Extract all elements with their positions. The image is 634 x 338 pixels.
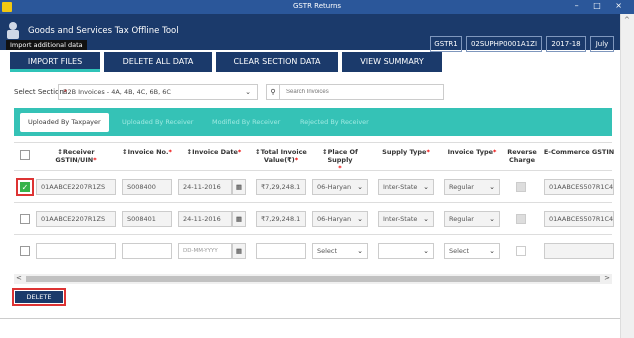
ecommerce-gstin-field[interactable]: 01AABCES507R1C4 bbox=[544, 211, 614, 227]
total-value-field[interactable] bbox=[256, 243, 306, 259]
row-checkbox[interactable] bbox=[20, 246, 30, 256]
invoice-date-field[interactable]: DD-MM-YYYY bbox=[178, 243, 232, 259]
window-titlebar: GSTR Returns – □ × bbox=[0, 0, 634, 14]
invoice-type-select[interactable]: Regular ⌄ bbox=[444, 211, 500, 227]
delete-button[interactable]: DELETE bbox=[15, 291, 63, 303]
year-badge: 2017-18 bbox=[546, 36, 586, 52]
reverse-charge-checkbox[interactable] bbox=[516, 246, 526, 256]
header-divider bbox=[14, 170, 612, 171]
place-of-supply-select[interactable]: Select ⌄ bbox=[312, 243, 368, 259]
search-icon[interactable]: ⚲ bbox=[266, 84, 280, 100]
month-badge: July bbox=[590, 36, 614, 52]
tab-rejected-by-receiver[interactable]: Rejected By Receiver bbox=[292, 113, 377, 132]
table-top-border bbox=[14, 142, 612, 143]
tab-modified-by-receiver[interactable]: Modified By Receiver bbox=[204, 113, 288, 132]
col-ecommerce-gstin: E-Commerce GSTIN bbox=[543, 148, 615, 156]
ecommerce-gstin-field[interactable]: 01AABCES507R1C4 bbox=[544, 179, 614, 195]
scrollbar-thumb[interactable] bbox=[26, 276, 600, 282]
chevron-down-icon: ⌄ bbox=[357, 215, 363, 223]
chevron-down-icon: ⌄ bbox=[489, 183, 495, 191]
total-value-field[interactable]: ₹7,29,248.1 bbox=[256, 179, 306, 195]
invoice-type-select[interactable]: Regular ⌄ bbox=[444, 179, 500, 195]
supply-type-select[interactable]: Inter-State ⌄ bbox=[378, 211, 434, 227]
scroll-right-icon[interactable]: > bbox=[604, 274, 610, 282]
close-icon[interactable]: × bbox=[615, 1, 628, 10]
col-invoice-no[interactable]: ↕Invoice No.* bbox=[120, 148, 174, 156]
chevron-down-icon: ⌄ bbox=[423, 247, 429, 255]
import-tooltip: Import additional data bbox=[6, 40, 87, 50]
calendar-icon[interactable]: ▦ bbox=[232, 243, 246, 259]
col-reverse-charge: Reverse Charge bbox=[507, 148, 537, 164]
search-input[interactable] bbox=[280, 84, 444, 100]
clear-section-data-button[interactable]: CLEAR SECTION DATA bbox=[216, 52, 338, 72]
total-value-field[interactable]: ₹7,29,248.1 bbox=[256, 211, 306, 227]
scroll-left-icon[interactable]: < bbox=[16, 274, 22, 282]
scroll-up-icon[interactable]: ^ bbox=[624, 16, 630, 24]
reverse-charge-checkbox[interactable] bbox=[516, 214, 526, 224]
section-select[interactable]: B2B Invoices - 4A, 4B, 4C, 6B, 6C ⌄ bbox=[58, 84, 258, 100]
col-invoice-type: Invoice Type* bbox=[447, 148, 497, 156]
col-receiver-gstin[interactable]: ↕Receiver GSTIN/UIN* bbox=[36, 148, 116, 164]
table-horizontal-scrollbar[interactable]: < > bbox=[14, 274, 612, 284]
chevron-down-icon: ⌄ bbox=[423, 183, 429, 191]
invoice-date-field[interactable]: 24-11-2016 bbox=[178, 211, 232, 227]
tab-uploaded-by-taxpayer[interactable]: Uploaded By Taxpayer bbox=[20, 113, 109, 132]
tabs-bar: Uploaded By Taxpayer Uploaded By Receive… bbox=[14, 108, 612, 136]
receiver-gstin-field[interactable]: 01AABCE2207R1ZS bbox=[36, 179, 116, 195]
window-scrollbar[interactable]: ^ bbox=[620, 14, 634, 338]
chevron-down-icon: ⌄ bbox=[423, 215, 429, 223]
chevron-down-icon: ⌄ bbox=[357, 247, 363, 255]
delete-all-data-button[interactable]: DELETE ALL DATA bbox=[104, 52, 212, 72]
col-place-of-supply[interactable]: ↕Place Of Supply * bbox=[310, 148, 370, 172]
receiver-gstin-field[interactable]: 01AABCE2207R1ZS bbox=[36, 211, 116, 227]
invoice-no-field[interactable]: S008400 bbox=[122, 179, 172, 195]
supply-type-select[interactable]: ⌄ bbox=[378, 243, 434, 259]
supply-type-select[interactable]: Inter-State ⌄ bbox=[378, 179, 434, 195]
chevron-down-icon: ⌄ bbox=[357, 183, 363, 191]
app-title: Goods and Services Tax Offline Tool bbox=[28, 26, 179, 36]
invoice-no-field[interactable]: S008401 bbox=[122, 211, 172, 227]
tab-uploaded-by-receiver[interactable]: Uploaded By Receiver bbox=[114, 113, 201, 132]
section-select-value: B2B Invoices - 4A, 4B, 4C, 6B, 6C bbox=[63, 88, 171, 96]
col-total-invoice-value[interactable]: ↕Total Invoice Value(₹)* bbox=[254, 148, 308, 164]
place-of-supply-select[interactable]: 06-Haryan ⌄ bbox=[312, 211, 368, 227]
select-all-checkbox[interactable] bbox=[20, 150, 30, 160]
place-of-supply-select[interactable]: 06-Haryan ⌄ bbox=[312, 179, 368, 195]
row-divider bbox=[14, 234, 612, 235]
maximize-icon[interactable]: □ bbox=[593, 1, 607, 10]
bottom-divider bbox=[0, 318, 620, 319]
col-invoice-date[interactable]: ↕Invoice Date* bbox=[176, 148, 252, 156]
chevron-down-icon: ⌄ bbox=[489, 247, 495, 255]
view-summary-button[interactable]: VIEW SUMMARY bbox=[342, 52, 442, 72]
emblem-icon bbox=[6, 22, 20, 40]
minimize-icon[interactable]: – bbox=[575, 1, 585, 10]
chevron-down-icon: ⌄ bbox=[245, 88, 251, 96]
invoice-no-field[interactable] bbox=[122, 243, 172, 259]
invoice-type-select[interactable]: Select ⌄ bbox=[444, 243, 500, 259]
row-checkbox[interactable]: ✓ bbox=[20, 182, 30, 192]
calendar-icon[interactable]: ▦ bbox=[232, 211, 246, 227]
app-header: Goods and Services Tax Offline Tool GSTR… bbox=[0, 14, 620, 52]
ecommerce-gstin-field[interactable] bbox=[544, 243, 614, 259]
col-supply-type: Supply Type* bbox=[382, 148, 430, 156]
chevron-down-icon: ⌄ bbox=[489, 215, 495, 223]
reverse-charge-checkbox[interactable] bbox=[516, 182, 526, 192]
window-title: GSTR Returns bbox=[292, 2, 342, 10]
row-divider bbox=[14, 202, 612, 203]
invoice-date-field[interactable]: 24-11-2016 bbox=[178, 179, 232, 195]
receiver-gstin-field[interactable] bbox=[36, 243, 116, 259]
gstin-badge: 02SUPHP0001A1ZI bbox=[466, 36, 542, 52]
row-checkbox[interactable] bbox=[20, 214, 30, 224]
import-files-button[interactable]: IMPORT FILES bbox=[10, 52, 100, 72]
calendar-icon[interactable]: ▦ bbox=[232, 179, 246, 195]
return-type-badge: GSTR1 bbox=[430, 36, 462, 52]
